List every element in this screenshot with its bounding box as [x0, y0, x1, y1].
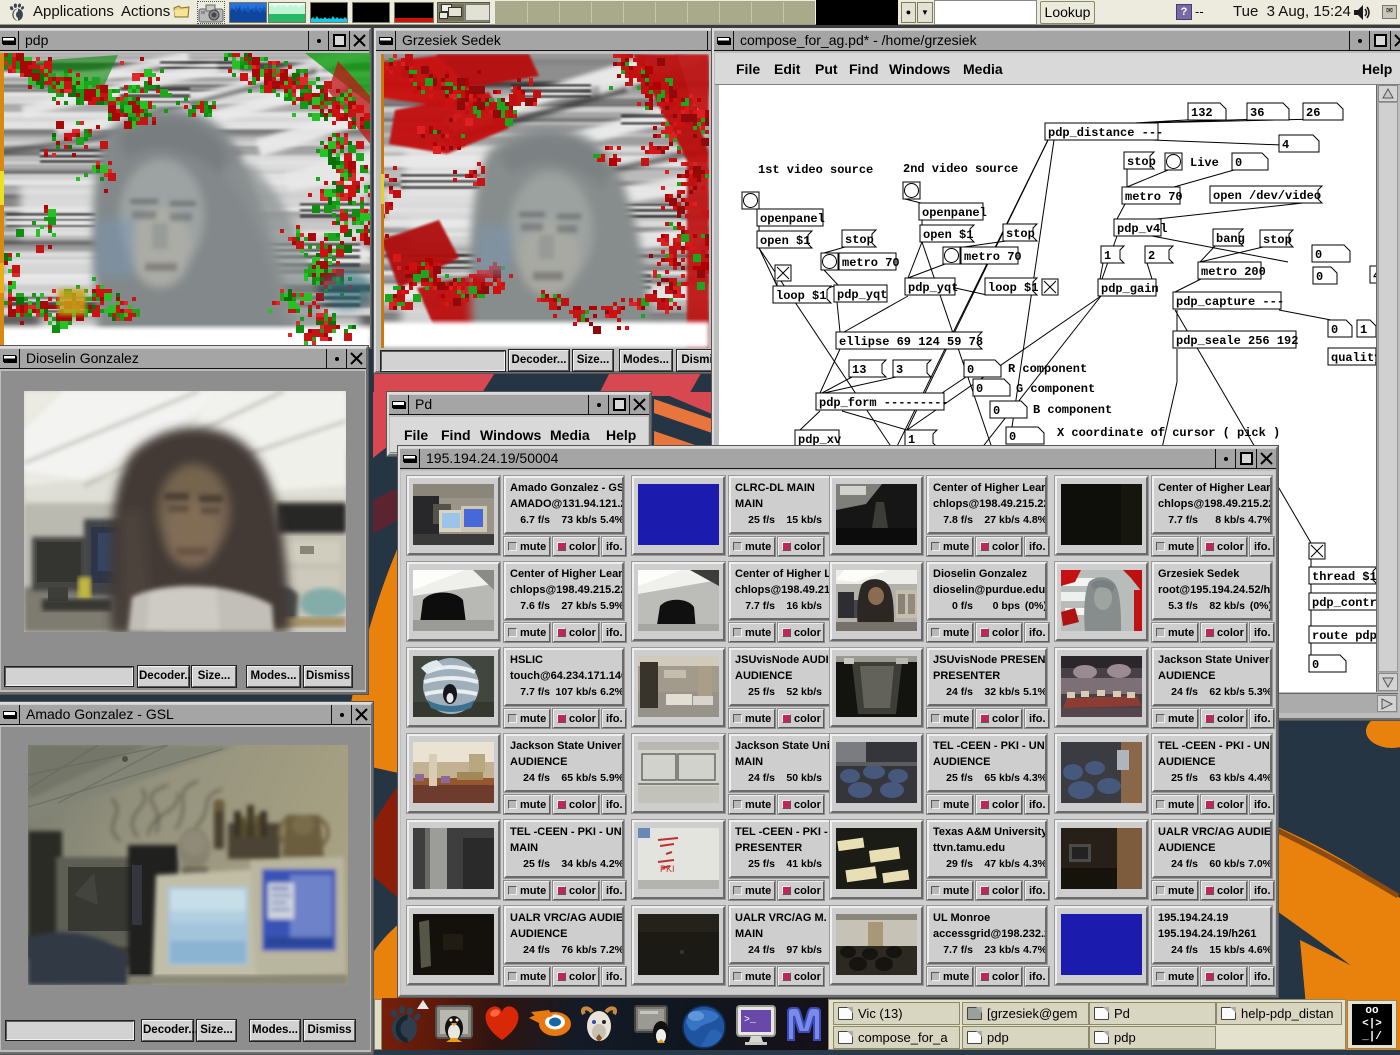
svg-text:quality: quality	[1331, 351, 1376, 365]
svg-text:36: 36	[1250, 106, 1264, 120]
svg-text:route pdp_: route pdp_	[1312, 629, 1376, 643]
svg-text:pdp_gain: pdp_gain	[1101, 282, 1159, 296]
svg-text:metro 70: metro 70	[842, 256, 900, 270]
svg-text:13: 13	[852, 363, 866, 377]
svg-text:R component: R component	[1008, 362, 1087, 376]
svg-text:open $1: open $1	[923, 228, 973, 242]
svg-text:4: 4	[1282, 138, 1289, 152]
svg-text:B component: B component	[1033, 403, 1112, 417]
svg-text:>_: >_	[744, 1015, 757, 1026]
svg-text:0: 0	[1312, 658, 1319, 672]
svg-text:1: 1	[1104, 249, 1111, 263]
svg-text:1: 1	[1360, 323, 1367, 337]
svg-text:metro 200: metro 200	[1201, 265, 1266, 279]
svg-text:thread $1: thread $1	[1312, 570, 1376, 584]
svg-text:0: 0	[1315, 248, 1322, 262]
svg-text:pdp_capture ---: pdp_capture ---	[1176, 295, 1284, 309]
svg-text:stop: stop	[1127, 155, 1156, 169]
svg-text:bang: bang	[1216, 232, 1245, 246]
svg-text:0: 0	[967, 363, 974, 377]
svg-text:132: 132	[1191, 106, 1213, 120]
svg-text:1: 1	[908, 433, 915, 447]
svg-text:0: 0	[1009, 430, 1016, 444]
svg-text:metro 70: metro 70	[1125, 190, 1183, 204]
svg-text:X coordinate of cursor ( pick: X coordinate of cursor ( pick )	[1057, 426, 1280, 440]
svg-text:pdp_v4l: pdp_v4l	[1117, 222, 1167, 236]
svg-text:2nd video source: 2nd video source	[903, 162, 1018, 176]
svg-text:pdp_yqt: pdp_yqt	[837, 288, 887, 302]
svg-text:open $1: open $1	[760, 234, 810, 248]
svg-text:loop $1: loop $1	[988, 281, 1038, 295]
svg-text:pdp_control: pdp_control	[1312, 596, 1376, 610]
svg-text:0: 0	[993, 404, 1000, 418]
svg-text:0: 0	[976, 382, 983, 396]
svg-text:26: 26	[1306, 106, 1320, 120]
svg-text:stop: stop	[1006, 227, 1035, 241]
svg-text:pdp_yqt: pdp_yqt	[908, 281, 958, 295]
svg-text:PKI: PKI	[660, 864, 675, 874]
svg-text:1st video source: 1st video source	[758, 163, 873, 177]
svg-text:0: 0	[1331, 323, 1338, 337]
svg-text:2: 2	[1148, 249, 1155, 263]
svg-text:pdp_distance ---: pdp_distance ---	[1048, 126, 1163, 140]
svg-text:G component: G component	[1016, 382, 1095, 396]
svg-text:openpanel: openpanel	[760, 212, 825, 226]
svg-text:Live: Live	[1190, 156, 1219, 170]
svg-text:stop: stop	[845, 233, 874, 247]
svg-text:3: 3	[896, 363, 903, 377]
svg-text:0: 0	[1235, 156, 1242, 170]
svg-text:pdp_xv: pdp_xv	[798, 433, 841, 447]
svg-text:metro 70: metro 70	[964, 250, 1022, 264]
svg-text:loop $1: loop $1	[776, 289, 826, 303]
svg-text:open /dev/video: open /dev/video	[1213, 189, 1321, 203]
svg-text:ellipse 69 124 59 78: ellipse 69 124 59 78	[839, 335, 983, 349]
svg-text:pdp_form ---------: pdp_form ---------	[819, 396, 949, 410]
svg-text:pdp_seale 256 192: pdp_seale 256 192	[1176, 334, 1298, 348]
svg-text:openpanel: openpanel	[922, 206, 987, 220]
svg-text:0: 0	[1316, 270, 1323, 284]
svg-text:stop: stop	[1263, 233, 1292, 247]
